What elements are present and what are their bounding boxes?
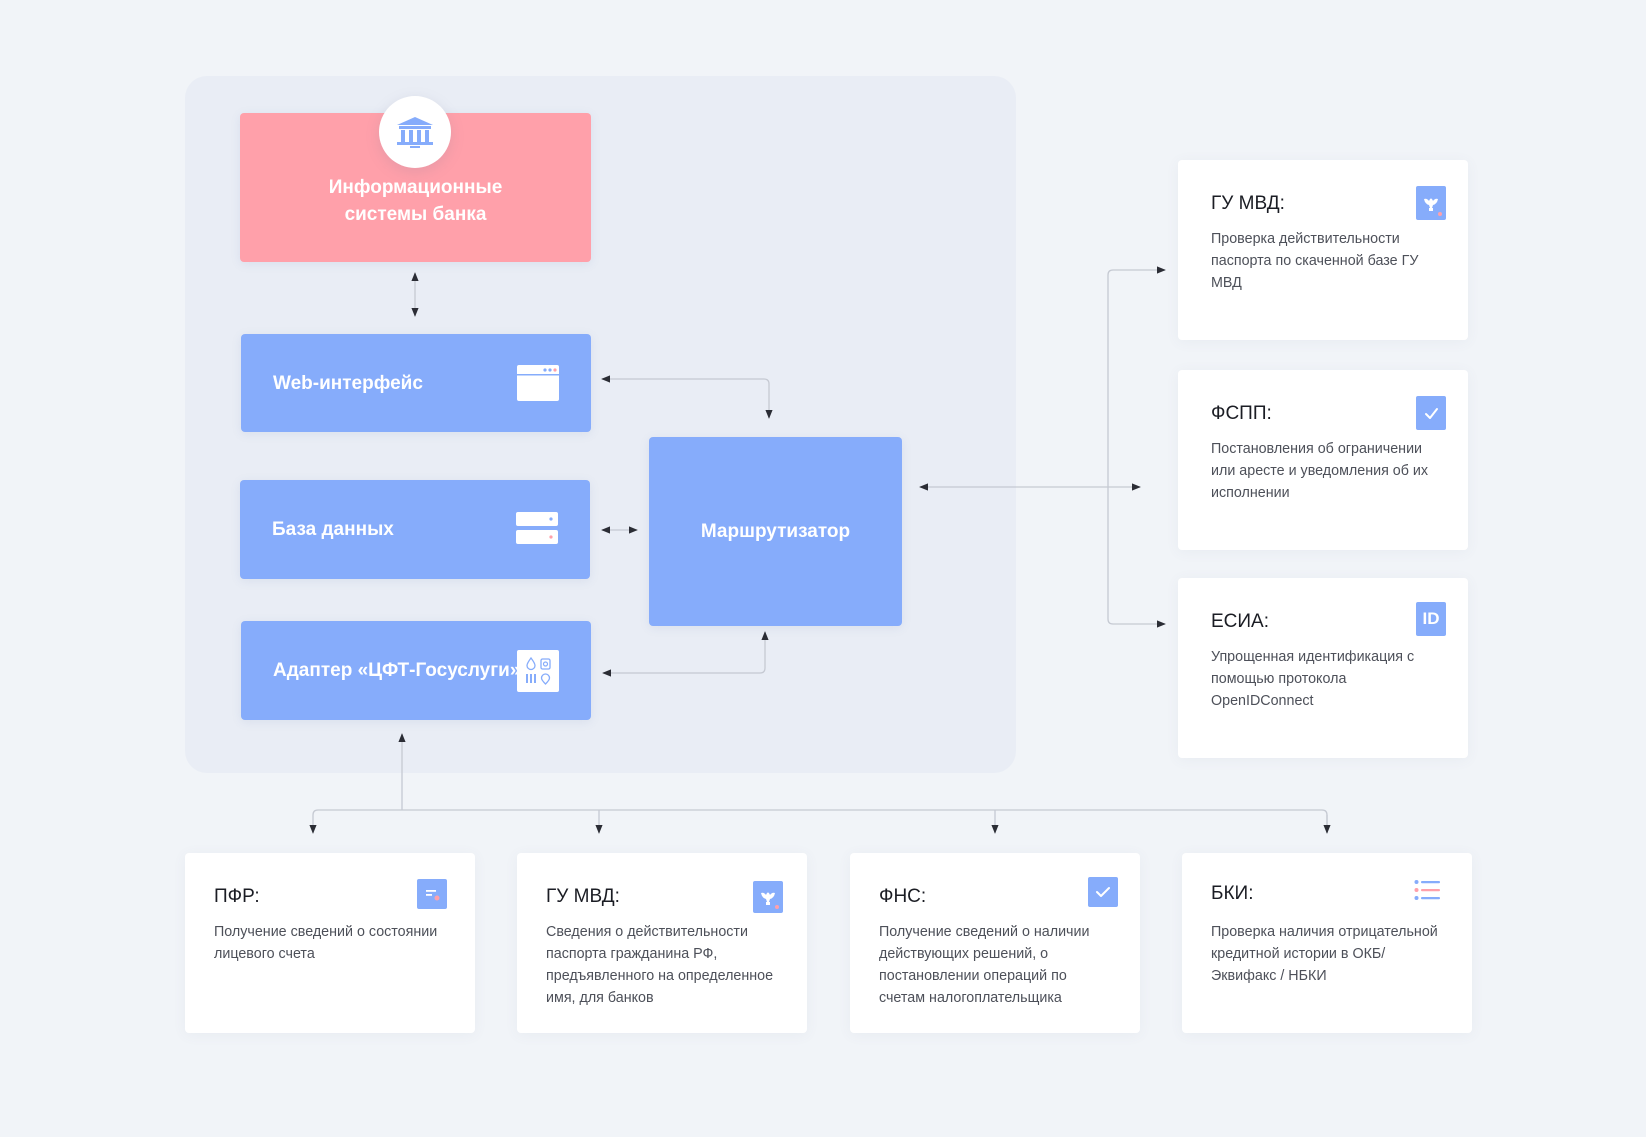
router-label: Маршрутизатор: [700, 521, 851, 542]
service-card-desc: Проверка наличия отрицательной кредитной…: [1211, 924, 1438, 984]
service-card-esia: ЕСИА: Упрощенная идентификация с помощью…: [1178, 578, 1468, 758]
checkmark-icon: [1088, 877, 1118, 907]
database-label: База данных: [272, 519, 394, 540]
service-card-desc: Получение сведений о наличии действующих…: [879, 924, 1090, 1006]
id-badge-icon: ID: [1416, 602, 1446, 636]
checkmark-icon: [1416, 396, 1446, 430]
service-card-bki: БКИ: Проверка наличия отрицательной кред…: [1182, 853, 1472, 1033]
service-card-desc: Упрощенная идентификация с помощью прото…: [1211, 649, 1415, 709]
server-icon: [516, 511, 558, 548]
browser-window-icon: [517, 365, 559, 401]
list-icon: [1414, 879, 1444, 903]
service-card-title: БКИ:: [1211, 883, 1254, 904]
connector-adapter-router: [602, 631, 769, 677]
router-box: Маршрутизатор: [649, 437, 902, 626]
connector-web-router: [601, 375, 773, 419]
connector-bus-right: [1107, 266, 1166, 628]
service-card-desc: Сведения о действительности паспорта гра…: [546, 924, 774, 1006]
service-card-pfr: ПФР: Получение сведений о состоянии лице…: [185, 853, 475, 1033]
document-icon: [417, 879, 447, 909]
emblem-icon: [753, 881, 783, 913]
service-card-gu-mvd-bottom: ГУ МВД: Сведения о действительности пасп…: [517, 853, 807, 1033]
service-card-title: ФСПП:: [1211, 403, 1272, 424]
service-card-title: ЕСИА:: [1211, 611, 1270, 632]
service-card-desc: Проверка действительности паспорта по ск…: [1211, 231, 1419, 291]
service-card-desc: Получение сведений о состоянии лицевого …: [214, 924, 438, 962]
service-card-title: ФНС:: [879, 886, 927, 907]
connector-bus-bottom: [318, 809, 1328, 833]
service-card-desc: Постановления об ограничении или аресте …: [1211, 441, 1429, 501]
bank-systems-label: Информационные системы банка: [328, 177, 503, 225]
emblem-icon: [1416, 186, 1446, 220]
service-card-gu-mvd: ГУ МВД: Проверка действительности паспор…: [1178, 160, 1468, 340]
database-box: База данных: [240, 480, 590, 579]
service-card-title: ГУ МВД:: [1211, 193, 1285, 214]
service-card-title: ПФР:: [214, 886, 260, 907]
web-interface-label: Web-интерфейс: [273, 372, 423, 394]
web-interface-box: Web-интерфейс: [241, 334, 591, 432]
adapter-box: Адаптер «ЦФТ-Госуслуги»: [241, 621, 591, 720]
service-card-title: ГУ МВД:: [546, 886, 620, 907]
service-card-fns: ФНС: Получение сведений о наличии действ…: [850, 853, 1140, 1033]
bank-building-icon: [379, 96, 451, 168]
service-card-fspp: ФСПП: Постановления об ограничении или а…: [1178, 370, 1468, 550]
adapter-label: Адаптер «ЦФТ-Госуслуги»: [273, 660, 521, 681]
services-grid-icon: [517, 649, 559, 692]
